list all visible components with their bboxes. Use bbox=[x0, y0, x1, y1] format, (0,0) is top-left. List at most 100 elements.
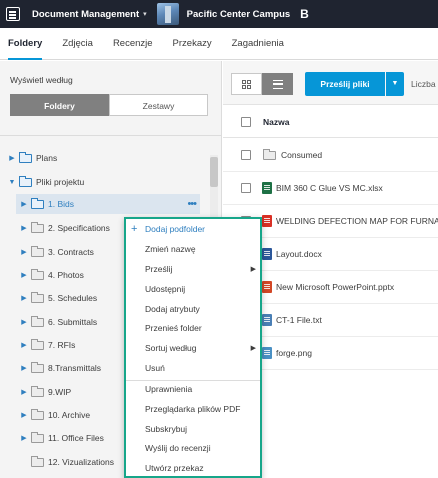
row-checkbox[interactable] bbox=[241, 183, 251, 193]
expand-arrow-icon[interactable]: ▶ bbox=[19, 248, 29, 256]
column-header-name[interactable]: Nazwa bbox=[263, 117, 289, 127]
tree-item-transmittals[interactable]: ▶ 8.Transmittals bbox=[16, 358, 124, 378]
menu-item-label: Uprawnienia bbox=[145, 384, 193, 394]
document-management-icon[interactable] bbox=[6, 7, 20, 21]
tree-item-label: 6. Submittals bbox=[48, 317, 98, 327]
expand-arrow-icon[interactable]: ▶ bbox=[7, 154, 17, 162]
file-name[interactable]: WELDING DEFECTION MAP FOR FURNACE bbox=[276, 216, 438, 226]
bim-logo-icon[interactable]: B bbox=[300, 7, 309, 21]
tree-item-schedules[interactable]: ▶ 5. Schedules bbox=[16, 288, 124, 308]
menu-item-label: Przeglądarka plików PDF bbox=[145, 404, 241, 414]
folder-icon bbox=[31, 268, 44, 280]
collapse-arrow-icon[interactable]: ▼ bbox=[7, 179, 17, 186]
tree-item-label: 12. Vizualizations bbox=[48, 457, 114, 467]
upload-files-button[interactable]: Prześlij pliki bbox=[305, 72, 385, 96]
plus-icon: + bbox=[131, 223, 138, 235]
folder-icon bbox=[263, 148, 276, 160]
folder-icon bbox=[31, 361, 44, 373]
tree-item-office-files[interactable]: ▶ 11. Office Files bbox=[16, 428, 124, 448]
menu-item-label: Sortuj według bbox=[145, 343, 197, 353]
menu-item-add-attributes[interactable]: Dodaj atrybuty bbox=[126, 300, 260, 319]
tree-scrollbar-thumb[interactable] bbox=[210, 157, 218, 187]
expand-arrow-icon[interactable]: ▶ bbox=[19, 364, 29, 372]
menu-item-permissions[interactable]: Uprawnienia bbox=[126, 380, 260, 399]
tab-zagadnienia[interactable]: Zagadnienia bbox=[232, 28, 284, 60]
tree-item-contracts[interactable]: ▶ 3. Contracts bbox=[16, 242, 124, 262]
project-thumbnail[interactable] bbox=[156, 3, 179, 25]
menu-item-pdf-viewer[interactable]: Przeglądarka plików PDF bbox=[126, 400, 260, 419]
row-checkbox[interactable] bbox=[241, 150, 251, 160]
tree-item-archive[interactable]: ▶ 10. Archive bbox=[16, 405, 124, 425]
file-row[interactable]: BIM 360 C Glue VS MC.xlsx bbox=[223, 172, 438, 205]
tree-item-plans[interactable]: ▶ Plans bbox=[0, 148, 210, 168]
more-options-icon[interactable]: ••• bbox=[187, 194, 197, 214]
expand-arrow-icon[interactable]: ▶ bbox=[19, 318, 29, 326]
tree-item-bids[interactable]: ▶ 1. Bids ••• bbox=[16, 194, 200, 214]
tree-item-wip[interactable]: ▶ 9.WIP bbox=[16, 382, 124, 402]
tree-item-label: 2. Specifications bbox=[48, 223, 110, 233]
folder-icon bbox=[31, 455, 44, 467]
menu-item-sort-by[interactable]: Sortuj według ▶ bbox=[126, 339, 260, 358]
view-by-label: Wyświetl według bbox=[10, 75, 73, 85]
folder-icon bbox=[31, 385, 44, 397]
module-tabs: Foldery Zdjęcia Recenzje Przekazy Zagadn… bbox=[0, 28, 438, 60]
folder-icon bbox=[31, 291, 44, 303]
file-name[interactable]: Consumed bbox=[281, 150, 322, 160]
tree-item-pliki-projektu[interactable]: ▼ Pliki projektu bbox=[0, 172, 210, 192]
menu-item-move-folder[interactable]: Przenieś folder bbox=[126, 319, 260, 338]
expand-arrow-icon[interactable]: ▶ bbox=[19, 388, 29, 396]
tree-item-rfis[interactable]: ▶ 7. RFIs bbox=[16, 335, 124, 355]
tree-item-submittals[interactable]: ▶ 6. Submittals bbox=[16, 312, 124, 332]
file-name[interactable]: CT-1 File.txt bbox=[276, 315, 322, 325]
tab-zdjecia[interactable]: Zdjęcia bbox=[62, 28, 93, 60]
file-name[interactable]: BIM 360 C Glue VS MC.xlsx bbox=[276, 183, 383, 193]
expand-arrow-icon[interactable]: ▶ bbox=[19, 411, 29, 419]
tab-foldery[interactable]: Foldery bbox=[8, 28, 43, 60]
menu-item-label: Usuń bbox=[145, 363, 165, 373]
tree-item-specifications[interactable]: ▶ 2. Specifications bbox=[16, 218, 124, 238]
file-row[interactable]: Consumed bbox=[223, 139, 438, 172]
menu-item-share[interactable]: Udostępnij bbox=[126, 280, 260, 299]
tab-recenzje[interactable]: Recenzje bbox=[113, 28, 153, 60]
list-view-icon bbox=[272, 79, 283, 89]
menu-item-delete[interactable]: Usuń bbox=[126, 359, 260, 378]
expand-arrow-icon[interactable]: ▶ bbox=[19, 200, 29, 208]
menu-item-subscribe[interactable]: Subskrybuj bbox=[126, 420, 260, 439]
menu-item-rename[interactable]: Zmień nazwę bbox=[126, 240, 260, 259]
folder-icon bbox=[31, 315, 44, 327]
tab-przekazy[interactable]: Przekazy bbox=[173, 28, 212, 60]
file-list-header: Nazwa bbox=[223, 106, 438, 138]
expand-arrow-icon[interactable]: ▶ bbox=[19, 271, 29, 279]
menu-item-label: Przenieś folder bbox=[145, 323, 202, 333]
tree-item-label: 11. Office Files bbox=[48, 433, 104, 443]
menu-item-upload[interactable]: Prześlij ▶ bbox=[126, 260, 260, 279]
expand-arrow-icon[interactable]: ▶ bbox=[19, 224, 29, 232]
file-name[interactable]: forge.png bbox=[276, 348, 312, 358]
tree-item-label: 7. RFIs bbox=[48, 340, 76, 350]
expand-arrow-icon[interactable]: ▶ bbox=[19, 341, 29, 349]
folder-icon bbox=[31, 408, 44, 420]
menu-item-send-to-review[interactable]: Wyślij do recenzji bbox=[126, 439, 260, 458]
menu-item-label: Prześlij bbox=[145, 264, 173, 274]
tree-item-label: 5. Schedules bbox=[48, 293, 98, 303]
list-view-button[interactable] bbox=[262, 73, 293, 95]
tree-item-vizualizations[interactable]: 12. Vizualizations bbox=[16, 452, 124, 472]
select-all-checkbox[interactable] bbox=[241, 116, 251, 127]
view-folders-button[interactable]: Foldery bbox=[10, 94, 109, 116]
file-name[interactable]: New Microsoft PowerPoint.pptx bbox=[276, 282, 394, 292]
grid-view-button[interactable] bbox=[231, 73, 262, 95]
app-title[interactable]: Document Management bbox=[32, 9, 139, 20]
expand-arrow-icon[interactable]: ▶ bbox=[19, 434, 29, 442]
menu-item-add-subfolder[interactable]: + Dodaj podfolder bbox=[126, 220, 260, 239]
file-name[interactable]: Layout.docx bbox=[276, 249, 322, 259]
expand-arrow-icon[interactable]: ▶ bbox=[19, 294, 29, 302]
submenu-arrow-icon: ▶ bbox=[250, 266, 256, 273]
tree-item-photos[interactable]: ▶ 4. Photos bbox=[16, 265, 124, 285]
divider bbox=[0, 135, 221, 136]
view-sets-button[interactable]: Zestawy bbox=[109, 94, 208, 116]
menu-item-create-transmittal[interactable]: Utwórz przekaz bbox=[126, 459, 260, 478]
menu-item-label: Dodaj podfolder bbox=[145, 224, 206, 234]
app-switcher-chevron-icon[interactable]: ▾ bbox=[143, 10, 147, 18]
upload-dropdown-chevron-icon[interactable]: ▼ bbox=[386, 72, 404, 96]
project-name[interactable]: Pacific Center Campus bbox=[187, 9, 290, 20]
